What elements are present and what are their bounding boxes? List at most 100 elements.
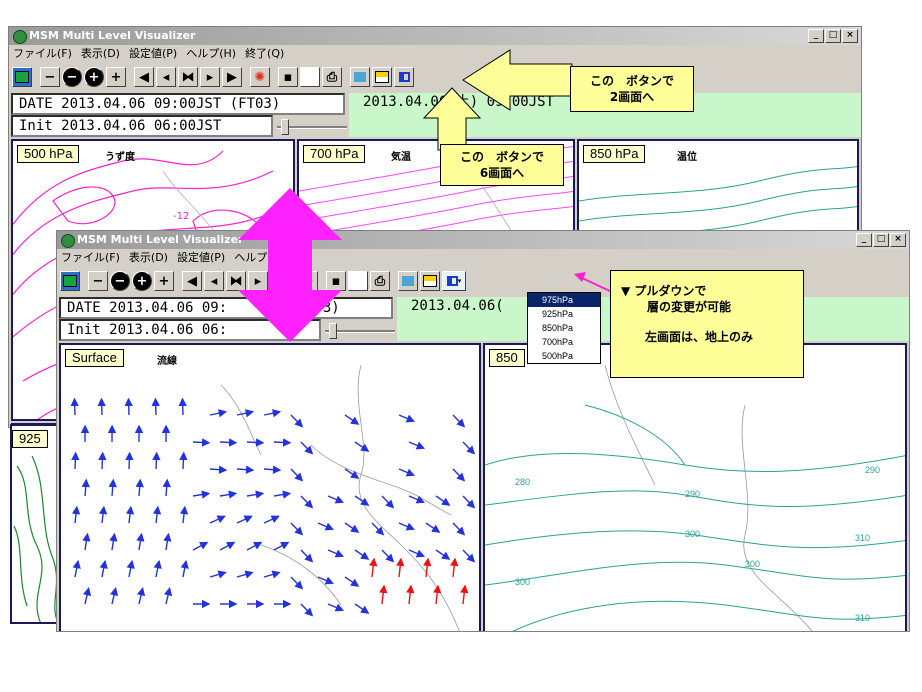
zoom-in-button[interactable]: + xyxy=(154,271,174,291)
map-button[interactable] xyxy=(350,67,370,87)
close-button[interactable]: × xyxy=(890,233,906,247)
dropdown-option[interactable]: 925hPa xyxy=(528,307,600,321)
first-frame-button[interactable]: ◀ xyxy=(182,271,202,291)
callout-six-screen: この ボタンで 6画面へ xyxy=(440,144,564,186)
blank-button[interactable] xyxy=(348,271,368,291)
back-titlebar[interactable]: MSM Multi Level Visualizer _ □ × xyxy=(9,27,861,45)
wind-arrow xyxy=(398,522,416,531)
app-icon-button[interactable] xyxy=(60,271,80,291)
minimize-button[interactable]: _ xyxy=(856,233,872,247)
level-dropdown[interactable]: 975hPa 925hPa 850hPa 700hPa 500hPa xyxy=(527,292,601,364)
zoom-in-button[interactable]: + xyxy=(106,67,126,87)
maximize-button[interactable]: □ xyxy=(873,233,889,247)
callout-line: 左画面は、地上のみ xyxy=(645,330,754,344)
six-screen-button[interactable] xyxy=(372,67,392,87)
slider-thumb[interactable] xyxy=(281,119,289,135)
dropdown-option[interactable]: 850hPa xyxy=(528,321,600,335)
last-frame-button[interactable]: ▶ xyxy=(222,67,242,87)
zoom-in-circle-button[interactable]: + xyxy=(132,271,152,291)
print-button[interactable]: ⎙ xyxy=(370,271,390,291)
panel-925hpa-visible[interactable]: 925 xyxy=(10,424,60,624)
printer-icon: ⎙ xyxy=(374,273,386,289)
last-frame-button[interactable]: ▶ xyxy=(270,271,290,291)
wind-arrow xyxy=(246,541,263,551)
app-icon-button[interactable] xyxy=(12,67,32,87)
callout-line: 6画面へ xyxy=(479,166,525,180)
stop-button[interactable]: ⧓ xyxy=(178,67,198,87)
sun-icon: ✺ xyxy=(254,69,266,85)
zoom-out-button[interactable]: − xyxy=(88,271,108,291)
panel-850hpa-front[interactable]: 850 290 290 300 310 280 300 300 310 xyxy=(483,343,907,631)
run-button[interactable]: ✺ xyxy=(298,271,318,291)
stop-button[interactable]: ⧓ xyxy=(226,271,246,291)
menu-view[interactable]: 表示(D) xyxy=(129,249,168,267)
time-slider[interactable] xyxy=(325,323,395,339)
map-annotation: -12 xyxy=(173,211,189,222)
panel-surface[interactable]: Surface 流線 xyxy=(59,343,481,631)
save-button[interactable]: ▪ xyxy=(326,271,346,291)
maximize-button[interactable]: □ xyxy=(825,29,841,43)
close-button[interactable]: × xyxy=(842,29,858,43)
front-titlebar[interactable]: MSM Multi Level Visualizer _ □ × xyxy=(57,231,909,249)
wind-arrow xyxy=(246,438,265,447)
wind-arrow xyxy=(452,468,466,482)
prev-frame-button[interactable]: ◂ xyxy=(156,67,176,87)
wind-arrow xyxy=(344,576,360,587)
stop-icon: ⧓ xyxy=(229,273,243,289)
menu-settings[interactable]: 設定値(P) xyxy=(129,45,177,63)
map-button[interactable] xyxy=(398,271,418,291)
time-slider[interactable] xyxy=(277,119,347,135)
wind-arrow xyxy=(219,541,236,551)
globe-icon xyxy=(63,275,77,287)
menu-help[interactable]: ヘルプ(H) xyxy=(234,249,284,267)
zoom-out-circle-button[interactable]: − xyxy=(110,271,130,291)
wind-arrow xyxy=(462,549,476,563)
wind-arrow xyxy=(153,559,162,578)
wind-arrow xyxy=(98,451,107,470)
menu-file[interactable]: ファイル(F) xyxy=(61,249,120,267)
panel-level-label: 700 hPa xyxy=(303,145,366,163)
save-button[interactable]: ▪ xyxy=(278,67,298,87)
run-button[interactable]: ✺ xyxy=(250,67,270,87)
two-screen-button[interactable]: ▾ xyxy=(442,271,466,291)
six-screen-button[interactable] xyxy=(420,271,440,291)
menu-file[interactable]: ファイル(F) xyxy=(13,45,72,63)
dropdown-option[interactable]: 500hPa xyxy=(528,349,600,363)
floppy-icon: ▪ xyxy=(283,69,293,85)
two-screen-button[interactable] xyxy=(394,67,414,87)
panel-field-label: うず度 xyxy=(105,152,135,163)
wind-arrow xyxy=(317,522,335,531)
menu-exit[interactable]: 終了(Q) xyxy=(245,45,284,63)
dropdown-option[interactable]: 700hPa xyxy=(528,335,600,349)
printer-icon: ⎙ xyxy=(326,69,338,85)
six-screen-icon xyxy=(375,71,389,83)
blank-button[interactable] xyxy=(300,67,320,87)
next-frame-button[interactable]: ▸ xyxy=(248,271,268,291)
menu-view[interactable]: 表示(D) xyxy=(81,45,120,63)
next-frame-button[interactable]: ▸ xyxy=(200,67,220,87)
print-button[interactable]: ⎙ xyxy=(322,67,342,87)
zoom-in-circle-button[interactable]: + xyxy=(84,67,104,87)
zoom-out-circle-button[interactable]: − xyxy=(62,67,82,87)
contour-label: 300 xyxy=(515,577,530,587)
wind-arrow xyxy=(290,414,304,428)
panel-field-label: 流線 xyxy=(157,356,177,367)
prev-frame-button[interactable]: ◂ xyxy=(204,271,224,291)
wind-arrow xyxy=(344,414,360,425)
slider-thumb[interactable] xyxy=(329,323,337,339)
zoom-out-button[interactable]: − xyxy=(40,67,60,87)
wind-arrow xyxy=(290,576,304,590)
menu-help[interactable]: ヘルプ(H) xyxy=(186,45,236,63)
date-display: DATE 2013.04.06 09: (FT03) xyxy=(59,297,393,319)
wind-arrow xyxy=(82,587,92,605)
first-frame-button[interactable]: ◀ xyxy=(134,67,154,87)
dropdown-option[interactable]: 975hPa xyxy=(528,293,600,307)
minimize-button[interactable]: _ xyxy=(808,29,824,43)
panel-field-label: 気温 xyxy=(391,152,411,163)
wind-arrow xyxy=(136,532,145,551)
menu-settings[interactable]: 設定値(P) xyxy=(177,249,225,267)
wind-arrow xyxy=(124,397,133,416)
wind-arrow xyxy=(425,522,441,533)
wind-arrow xyxy=(450,557,459,578)
next-icon: ▸ xyxy=(206,69,214,85)
